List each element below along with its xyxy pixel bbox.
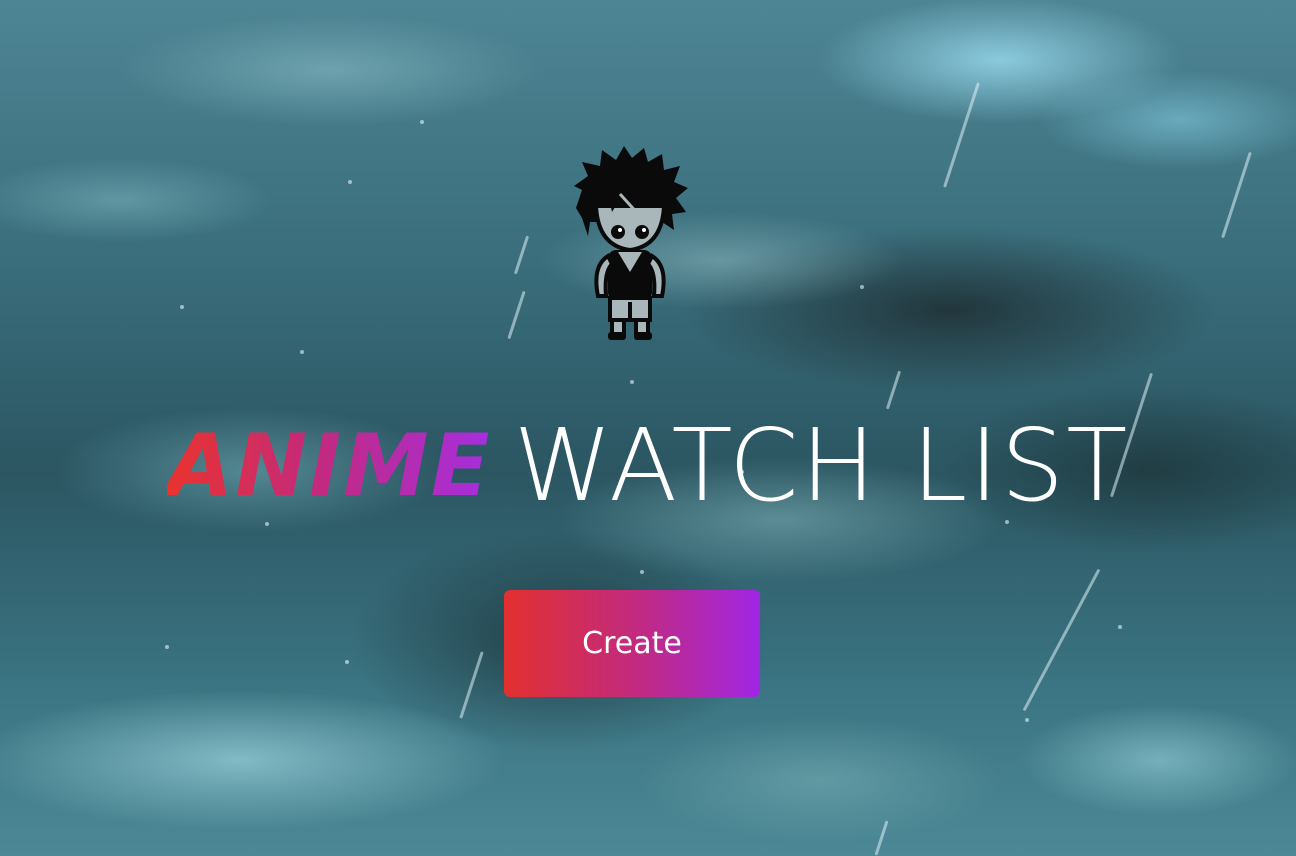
create-button[interactable]: Create (504, 590, 760, 697)
hero: ANIME WATCH LIST Create (0, 0, 1296, 856)
title-accent: ANIME (166, 416, 492, 517)
anime-character-icon (574, 146, 688, 340)
title-main: WATCH LIST (513, 407, 1130, 525)
page-title: ANIME WATCH LIST (0, 409, 1296, 521)
